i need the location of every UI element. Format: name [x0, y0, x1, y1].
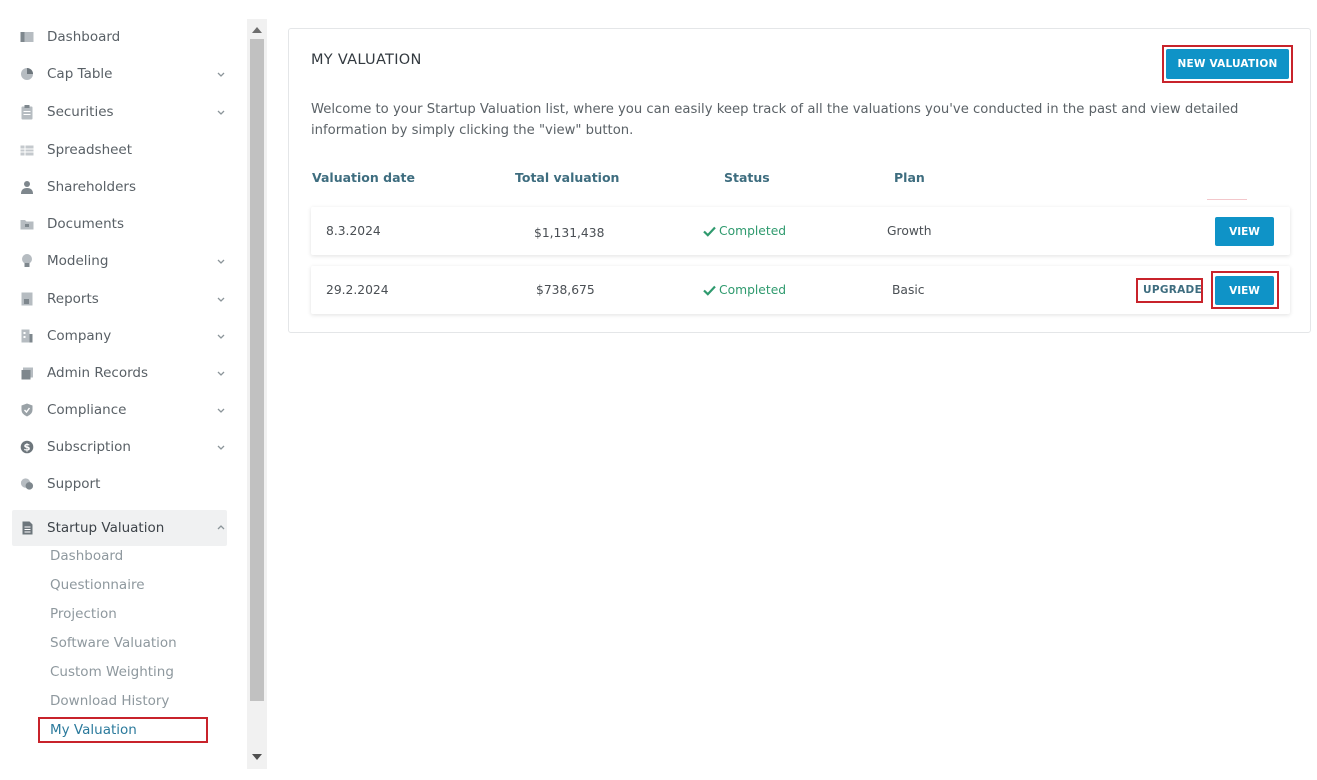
plan-name: Basic	[892, 283, 925, 297]
valuation-date: 8.3.2024	[326, 224, 381, 238]
sidebar-scrollbar[interactable]	[247, 19, 267, 769]
shield-check-icon	[20, 403, 34, 417]
subnav-projection[interactable]: Projection	[50, 605, 117, 623]
divider	[1207, 199, 1247, 200]
status-text: Completed	[719, 283, 787, 297]
chevron-down-icon	[217, 259, 225, 264]
check-icon	[703, 226, 716, 237]
plan-name: Growth	[887, 224, 932, 238]
column-header-plan: Plan	[894, 170, 925, 185]
document-icon	[20, 521, 34, 535]
svg-text:$: $	[24, 443, 31, 454]
chevron-down-icon	[217, 297, 225, 302]
total-valuation: $738,675	[536, 283, 595, 297]
sidebar-item-label: Compliance	[47, 402, 127, 418]
valuation-card: MY VALUATION NEW VALUATION Welcome to yo…	[288, 28, 1311, 333]
sidebar-item-label: Modeling	[47, 253, 109, 269]
chevron-down-icon	[217, 72, 225, 77]
sidebar-item-startup-valuation[interactable]: Startup Valuation	[20, 516, 230, 540]
view-button[interactable]: VIEW	[1215, 217, 1274, 246]
subnav-download-history[interactable]: Download History	[50, 692, 169, 710]
support-icon	[20, 477, 34, 491]
lightbulb-icon	[20, 254, 34, 268]
sidebar-item-label: Support	[47, 476, 101, 492]
subnav-custom-weighting[interactable]: Custom Weighting	[50, 663, 174, 681]
column-header-total: Total valuation	[515, 170, 620, 185]
subnav-software-valuation[interactable]: Software Valuation	[50, 634, 177, 652]
building-icon	[20, 329, 34, 343]
sidebar-item-label: Subscription	[47, 439, 131, 455]
sidebar-item-label: Dashboard	[47, 29, 121, 45]
highlight-box	[38, 717, 208, 743]
status-badge: Completed	[703, 283, 786, 297]
sidebar-item-spreadsheet[interactable]: Spreadsheet	[20, 138, 230, 162]
sidebar-item-label: Startup Valuation	[47, 520, 165, 536]
sidebar-item-company[interactable]: Company	[20, 324, 230, 348]
highlight-box	[1211, 271, 1279, 309]
scrollbar-thumb[interactable]	[250, 39, 264, 701]
sidebar-item-modeling[interactable]: Modeling	[20, 249, 230, 273]
sidebar-item-securities[interactable]: Securities	[20, 100, 230, 124]
column-header-status: Status	[724, 170, 770, 185]
total-valuation: $1,131,438	[534, 226, 605, 240]
table-row: 8.3.2024 $1,131,438 Completed Growth VIE…	[311, 207, 1290, 255]
subnav-dashboard[interactable]: Dashboard	[50, 547, 123, 565]
sidebar: Dashboard Cap Table Securities Spreadshe…	[0, 0, 246, 780]
sidebar-item-label: Documents	[47, 216, 124, 232]
highlight-box	[1136, 278, 1203, 303]
sidebar-item-cap-table[interactable]: Cap Table	[20, 62, 230, 86]
table-row: 29.2.2024 $738,675 Completed Basic UPGRA…	[311, 266, 1290, 314]
chevron-up-icon	[217, 525, 225, 530]
sidebar-item-shareholders[interactable]: Shareholders	[20, 175, 230, 199]
folder-icon	[20, 217, 34, 231]
dashboard-icon	[20, 30, 34, 44]
column-header-date: Valuation date	[312, 170, 415, 185]
sidebar-item-reports[interactable]: Reports	[20, 287, 230, 311]
sidebar-item-label: Cap Table	[47, 66, 113, 82]
sidebar-item-label: Reports	[47, 291, 99, 307]
sidebar-item-label: Spreadsheet	[47, 142, 133, 158]
sidebar-item-label: Shareholders	[47, 179, 136, 195]
dollar-icon: $	[20, 440, 34, 454]
sidebar-item-label: Admin Records	[47, 365, 148, 381]
sidebar-item-dashboard[interactable]: Dashboard	[20, 25, 230, 49]
user-icon	[20, 180, 34, 194]
scroll-up-arrow-icon[interactable]	[252, 27, 262, 33]
subnav-questionnaire[interactable]: Questionnaire	[50, 576, 145, 594]
intro-text: Welcome to your Startup Valuation list, …	[311, 102, 1239, 138]
sidebar-item-label: Securities	[47, 104, 114, 120]
chevron-down-icon	[217, 334, 225, 339]
clipboard-icon	[20, 104, 34, 119]
scroll-down-arrow-icon[interactable]	[252, 754, 262, 760]
sidebar-item-documents[interactable]: Documents	[20, 212, 230, 236]
sidebar-item-subscription[interactable]: $ Subscription	[20, 435, 230, 459]
pie-chart-icon	[20, 67, 34, 81]
spreadsheet-icon	[20, 143, 34, 157]
sidebar-item-label: Company	[47, 328, 112, 344]
admin-records-icon	[20, 366, 34, 380]
status-text: Completed	[719, 224, 787, 238]
report-icon	[20, 292, 34, 306]
chevron-down-icon	[217, 445, 225, 450]
chevron-down-icon	[217, 371, 225, 376]
valuation-date: 29.2.2024	[326, 283, 389, 297]
chevron-down-icon	[217, 408, 225, 413]
chevron-down-icon	[217, 110, 225, 115]
sidebar-item-compliance[interactable]: Compliance	[20, 398, 230, 422]
page-title: MY VALUATION	[311, 52, 422, 68]
highlight-box	[1162, 45, 1293, 83]
check-icon	[703, 285, 716, 296]
sidebar-item-support[interactable]: Support	[20, 472, 230, 496]
sidebar-item-admin-records[interactable]: Admin Records	[20, 361, 230, 385]
status-badge: Completed	[703, 224, 786, 238]
